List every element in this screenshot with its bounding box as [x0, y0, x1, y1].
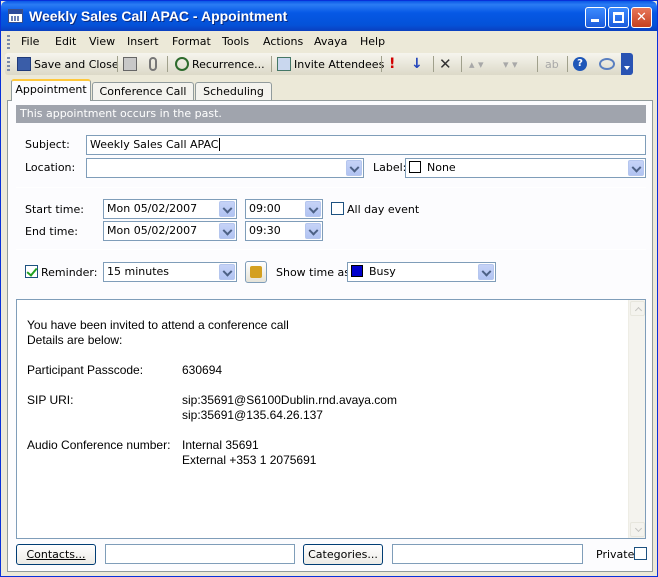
subject-label: Subject: — [25, 138, 70, 151]
menu-bar: File Edit View Insert Format Tools Actio… — [5, 32, 653, 52]
location-label: Location: — [25, 161, 76, 174]
vertical-scrollbar[interactable] — [628, 300, 645, 538]
sip-uri-2: sip:35691@135.64.26.137 — [182, 408, 323, 422]
delete-icon[interactable]: ✕ — [439, 55, 452, 73]
menu-insert[interactable]: Insert — [127, 35, 159, 48]
printer-icon — [123, 57, 137, 71]
reminder-dropdown[interactable]: 15 minutes — [103, 262, 237, 282]
close-button[interactable]: ✕ — [631, 7, 652, 28]
menu-actions[interactable]: Actions — [263, 35, 303, 48]
menu-avaya[interactable]: Avaya — [314, 35, 347, 48]
sip-uri-label: SIP URI: — [27, 393, 74, 407]
notes-body[interactable]: You have been invited to attend a confer… — [16, 299, 646, 539]
label-dropdown[interactable]: None — [405, 158, 646, 178]
divider — [16, 249, 646, 250]
paperclip-icon — [149, 57, 157, 71]
categories-button[interactable]: Categories... — [303, 544, 383, 565]
appointment-panel: This appointment occurs in the past. Sub… — [7, 100, 653, 572]
chevron-down-icon[interactable] — [305, 223, 321, 239]
scroll-down-icon[interactable] — [630, 522, 645, 537]
passcode-label: Participant Passcode: — [27, 363, 144, 377]
start-time-label: Start time: — [25, 203, 84, 216]
next-item-icon[interactable]: ▾ ▾ — [503, 55, 518, 73]
save-and-close-button[interactable]: Save and Close — [17, 55, 119, 73]
menu-format[interactable]: Format — [172, 35, 211, 48]
appointment-window: Weekly Sales Call APAC - Appointment ✕ F… — [0, 0, 658, 577]
sip-uri-1: sip:35691@S6100Dublin.rnd.avaya.com — [182, 393, 397, 407]
audio-external: External +353 1 2075691 — [182, 453, 317, 467]
chevron-down-icon[interactable] — [219, 264, 235, 280]
divider — [16, 187, 646, 188]
previous-item-icon[interactable]: ▴ ▾ — [469, 55, 484, 73]
avaya-conference-icon[interactable] — [599, 55, 615, 73]
title-bar[interactable]: Weekly Sales Call APAC - Appointment ✕ — [1, 1, 657, 31]
reminder-checkbox[interactable] — [25, 265, 38, 278]
chevron-down-icon[interactable] — [628, 160, 644, 176]
start-date-picker[interactable]: Mon 05/02/2007 — [103, 199, 237, 219]
menu-edit[interactable]: Edit — [55, 35, 76, 48]
maximize-button[interactable] — [608, 7, 629, 28]
calendar-icon — [8, 9, 23, 23]
private-checkbox[interactable] — [634, 547, 647, 560]
chevron-down-icon[interactable] — [219, 201, 235, 217]
high-importance-icon[interactable]: ! — [389, 55, 395, 73]
chevron-down-icon[interactable] — [305, 201, 321, 217]
all-day-event-checkbox[interactable] — [331, 202, 344, 215]
low-importance-icon[interactable]: ↓ — [411, 55, 423, 73]
tab-conference-call[interactable]: Conference Call — [92, 82, 194, 101]
chevron-down-icon[interactable] — [219, 223, 235, 239]
recurrence-icon — [175, 57, 189, 71]
invite-text: You have been invited to attend a confer… — [27, 318, 289, 332]
spelling-icon[interactable]: ab — [545, 55, 559, 73]
audio-conference-label: Audio Conference number: — [27, 438, 171, 452]
end-date-picker[interactable]: Mon 05/02/2007 — [103, 221, 237, 241]
standard-toolbar: Save and Close Recurrence... Invite Atte… — [5, 53, 633, 75]
contacts-input[interactable] — [105, 544, 295, 564]
attach-button[interactable] — [149, 55, 160, 73]
label-label: Label: — [373, 161, 407, 174]
categories-input[interactable] — [392, 544, 583, 564]
reminder-label: Reminder: — [41, 266, 98, 279]
info-bar: This appointment occurs in the past. — [16, 105, 646, 123]
end-time-label: End time: — [25, 225, 78, 238]
reminder-sound-button[interactable] — [245, 261, 267, 283]
help-icon[interactable]: ? — [573, 55, 587, 73]
print-button[interactable] — [123, 55, 140, 73]
tab-appointment[interactable]: Appointment — [11, 79, 91, 101]
address-book-icon — [277, 57, 291, 71]
menu-file[interactable]: File — [21, 35, 39, 48]
label-color-swatch — [409, 161, 421, 173]
toolbar-options-icon[interactable] — [621, 53, 633, 75]
menu-help[interactable]: Help — [360, 35, 385, 48]
private-label: Private — [596, 548, 635, 561]
subject-input[interactable]: Weekly Sales Call APAC — [86, 135, 646, 155]
start-time-dropdown[interactable]: 09:00 — [245, 199, 323, 219]
recurrence-button[interactable]: Recurrence... — [175, 55, 265, 73]
floppy-disk-icon — [17, 57, 31, 71]
busy-color-swatch — [351, 265, 363, 277]
menu-tools[interactable]: Tools — [222, 35, 249, 48]
end-time-dropdown[interactable]: 09:30 — [245, 221, 323, 241]
passcode-value: 630694 — [182, 363, 223, 377]
speaker-icon — [250, 266, 262, 278]
all-day-event-label: All day event — [347, 203, 420, 216]
audio-internal: Internal 35691 — [182, 438, 259, 452]
scroll-up-icon[interactable] — [630, 301, 645, 316]
tab-scheduling[interactable]: Scheduling — [195, 82, 272, 101]
window-title: Weekly Sales Call APAC - Appointment — [29, 8, 288, 24]
menu-view[interactable]: View — [89, 35, 115, 48]
show-time-as-dropdown[interactable]: Busy — [347, 262, 496, 282]
chevron-down-icon[interactable] — [346, 160, 362, 176]
location-combobox[interactable] — [86, 158, 364, 178]
contacts-button[interactable]: Contacts... — [16, 544, 96, 565]
show-time-as-label: Show time as: — [276, 266, 354, 279]
invite-attendees-button[interactable]: Invite Attendees — [277, 55, 384, 73]
details-text: Details are below: — [27, 333, 123, 347]
chevron-down-icon[interactable] — [478, 264, 494, 280]
minimize-button[interactable] — [585, 7, 606, 28]
